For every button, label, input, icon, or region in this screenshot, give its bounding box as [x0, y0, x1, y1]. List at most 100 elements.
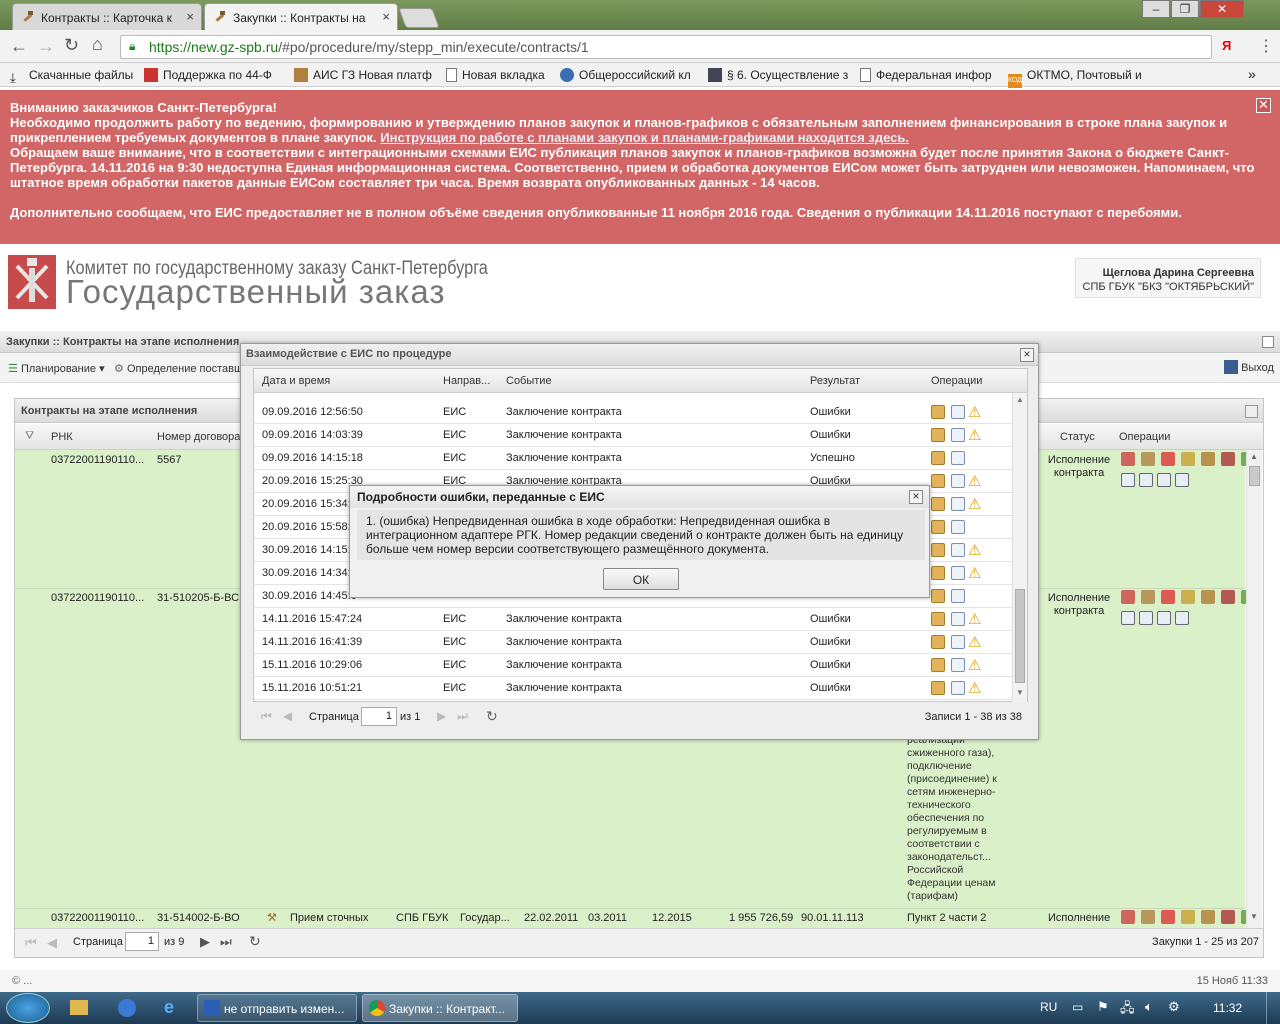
report-icon[interactable]	[1121, 452, 1135, 466]
warning-icon[interactable]: ⚠	[968, 541, 981, 559]
network-icon[interactable]: 🖧︎	[1120, 999, 1135, 1021]
settings-tray-icon[interactable]: ⚙	[1168, 999, 1180, 1015]
col-number[interactable]: Номер договора	[157, 431, 243, 443]
stop-icon[interactable]	[1161, 590, 1175, 604]
error-dialog-close-icon[interactable]: ×	[909, 490, 923, 504]
emblem-icon[interactable]	[1221, 590, 1235, 604]
banner-instruction-link[interactable]: Инструкция по работе с планами закупок и…	[380, 130, 909, 145]
eis-row[interactable]: 09.09.2016 14:15:18 ЕИС Заключение контрак…	[254, 447, 1014, 470]
next-page-icon[interactable]: ▶	[437, 709, 446, 723]
scroll-down-icon[interactable]: ▼	[1016, 688, 1024, 697]
key-icon[interactable]	[1201, 910, 1215, 924]
reload-icon[interactable]: ↻	[64, 35, 79, 56]
show-desktop-button[interactable]	[1266, 992, 1280, 1024]
eis-row[interactable]: 09.09.2016 14:03:39 ЕИС Заключение контрак…	[254, 424, 1014, 447]
warning-icon[interactable]: ⚠	[968, 564, 981, 582]
filter-icon[interactable]: ⛛	[25, 430, 34, 443]
package-icon[interactable]	[931, 658, 945, 672]
ie-icon[interactable]: e	[164, 997, 174, 1018]
bookmarks-more[interactable]: »	[1248, 66, 1256, 82]
package-icon[interactable]	[931, 589, 945, 603]
user-box[interactable]: Щеглова Дарина Сергеевна СПБ ГБУК "БКЗ "…	[1075, 258, 1261, 298]
warning-icon[interactable]: ⚠	[968, 656, 981, 674]
warning-icon[interactable]: ⚠	[968, 426, 981, 444]
chart-icon[interactable]	[1181, 910, 1195, 924]
page-number-input[interactable]: 1	[361, 707, 397, 726]
table-row[interactable]: 03722001190110... 31-514002-Б-ВО ⚒ Прием…	[15, 908, 1245, 928]
document-edit-icon[interactable]	[951, 428, 965, 442]
eis-row[interactable]: 14.11.2016 15:47:24 ЕИС Заключение контрак…	[254, 608, 1014, 631]
document-icon[interactable]	[1157, 611, 1171, 625]
package-icon[interactable]	[931, 451, 945, 465]
app-icon[interactable]	[118, 999, 136, 1017]
refresh-icon[interactable]: ↻	[249, 933, 261, 950]
package-icon[interactable]	[931, 543, 945, 557]
bookmark-item[interactable]: § 6. Осуществление з	[708, 68, 848, 82]
browser-tab-contract-card[interactable]: Контракты :: Карточка к ×	[12, 3, 202, 30]
stop-icon[interactable]	[1161, 452, 1175, 466]
stack-icon[interactable]	[1175, 611, 1189, 625]
grid-refresh-icon[interactable]	[1245, 405, 1258, 418]
last-page-icon[interactable]: ⏭	[220, 934, 232, 950]
document-edit-icon[interactable]	[951, 405, 965, 419]
restore-button[interactable]: ❐	[1171, 0, 1199, 18]
edit-icon[interactable]	[1141, 452, 1155, 466]
menu-planning[interactable]: ☰ Планирование ▾	[8, 362, 105, 375]
warning-icon[interactable]: ⚠	[968, 403, 981, 421]
scroll-up-icon[interactable]: ▲	[1250, 452, 1258, 461]
prev-page-icon[interactable]: ◀	[283, 709, 292, 723]
document-edit-icon[interactable]	[951, 543, 965, 557]
profile-badge[interactable]: Я	[1222, 38, 1231, 53]
emblem-icon[interactable]	[1221, 910, 1235, 924]
close-tab-icon[interactable]: ×	[382, 9, 390, 24]
chart-icon[interactable]	[1181, 452, 1195, 466]
close-window-button[interactable]: ✕	[1200, 0, 1244, 18]
page-number-input[interactable]: 1	[125, 932, 159, 951]
document-edit-icon[interactable]	[951, 612, 965, 626]
document-edit-icon[interactable]	[951, 474, 965, 488]
taskbar-item-word[interactable]: не отправить измен...	[197, 994, 357, 1022]
col-rnk[interactable]: РНК	[51, 431, 73, 443]
tray-icon[interactable]: ▭	[1072, 1000, 1083, 1014]
eis-scrollbar[interactable]: ▲ ▼	[1012, 393, 1027, 702]
last-page-icon[interactable]: ⏭	[457, 709, 468, 724]
first-page-icon[interactable]: ⏮	[261, 709, 272, 724]
chart-icon[interactable]	[1181, 590, 1195, 604]
flag-icon[interactable]: ⚑	[1097, 999, 1109, 1015]
document-edit-icon[interactable]	[951, 589, 965, 603]
stop-icon[interactable]	[1161, 910, 1175, 924]
bookmark-item[interactable]: Новая вкладка	[446, 68, 545, 82]
key-icon[interactable]	[1201, 590, 1215, 604]
eis-row[interactable]: 15.11.2016 10:51:21 ЕИС Заключение контрак…	[254, 677, 1014, 700]
browser-tab-purchases[interactable]: Закупки :: Контракты на ×	[204, 3, 398, 30]
package-icon[interactable]	[931, 497, 945, 511]
eis-row[interactable]: 15.11.2016 10:29:06 ЕИС Заключение контрак…	[254, 654, 1014, 677]
ok-button[interactable]: ОК	[603, 568, 679, 590]
first-page-icon[interactable]: ⏮	[25, 935, 37, 951]
forward-icon[interactable]: →	[37, 36, 55, 57]
prev-page-icon[interactable]: ◀	[47, 935, 57, 951]
language-indicator[interactable]: RU	[1040, 1000, 1057, 1014]
document-edit-icon[interactable]	[951, 658, 965, 672]
barcode-icon[interactable]	[1139, 611, 1153, 625]
close-tab-icon[interactable]: ×	[186, 9, 194, 24]
scroll-down-icon[interactable]: ▼	[1250, 912, 1258, 921]
exit-button[interactable]: Выход	[1224, 360, 1274, 374]
eis-row[interactable]: 09.09.2016 12:56:50 ЕИС Заключение контрак…	[254, 401, 1014, 424]
start-button[interactable]	[6, 993, 50, 1023]
stack-icon[interactable]	[1175, 473, 1189, 487]
banner-close-icon[interactable]: ✕	[1256, 98, 1271, 113]
bookmark-item[interactable]: ⤓ Скачанные файлы	[10, 68, 133, 85]
package-icon[interactable]	[931, 635, 945, 649]
document-edit-icon[interactable]	[951, 566, 965, 580]
col-datetime[interactable]: Дата и время	[262, 375, 330, 387]
volume-icon[interactable]: 🔈︎	[1145, 999, 1153, 1015]
warning-icon[interactable]: ⚠	[968, 679, 981, 697]
emblem-icon[interactable]	[1221, 452, 1235, 466]
clock[interactable]: 11:32	[1213, 1001, 1242, 1015]
document-icon[interactable]	[1157, 473, 1171, 487]
package-icon[interactable]	[931, 681, 945, 695]
barcode-icon[interactable]	[1139, 473, 1153, 487]
edit-icon[interactable]	[1141, 910, 1155, 924]
document-edit-icon[interactable]	[951, 497, 965, 511]
